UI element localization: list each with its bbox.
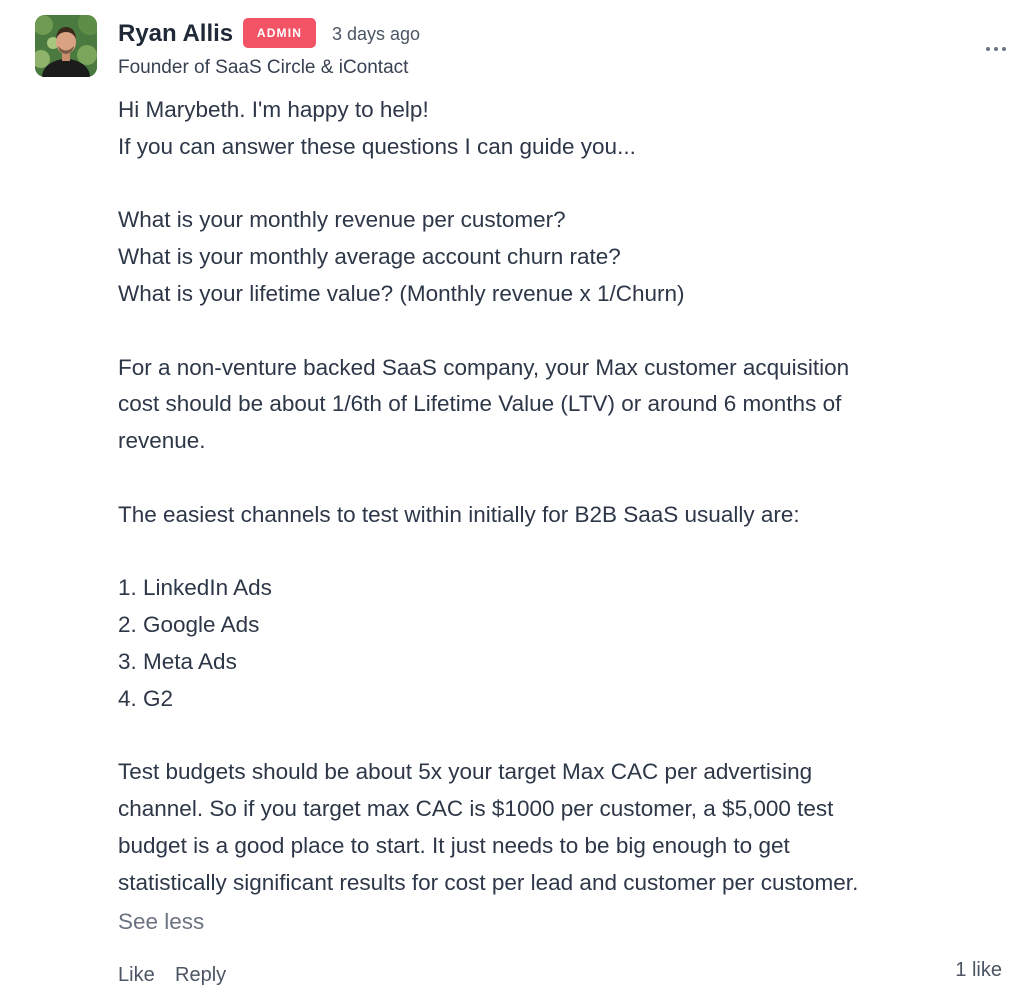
body-line: The easiest channels to test within init…	[118, 501, 800, 527]
body-line: channel. So if you target max CAC is $10…	[118, 796, 834, 822]
body-line: cost should be about 1/6th of Lifetime V…	[118, 391, 842, 417]
more-horizontal-icon-dot	[994, 47, 998, 51]
author-headline: Founder of SaaS Circle & iContact	[118, 57, 409, 78]
like-button[interactable]: Like	[118, 960, 155, 990]
body-line: budget is a good place to start. It just…	[118, 832, 790, 858]
reply-button[interactable]: Reply	[175, 960, 226, 990]
body-line: If you can answer these questions I can …	[118, 133, 636, 159]
avatar-photo	[35, 15, 97, 77]
list-item: 1. LinkedIn Ads	[118, 575, 272, 601]
list-item: 2. Google Ads	[118, 612, 260, 638]
more-horizontal-icon-dot	[1002, 47, 1006, 51]
list-item: 3. Meta Ads	[118, 648, 237, 674]
more-options-button[interactable]	[980, 36, 1012, 62]
body-line: statistically significant results for co…	[118, 869, 859, 895]
body-line: What is your lifetime value? (Monthly re…	[118, 280, 685, 306]
body-line: What is your monthly revenue per custome…	[118, 207, 566, 233]
more-horizontal-icon	[986, 47, 990, 51]
like-count[interactable]: 1 like	[955, 955, 1002, 985]
admin-badge: ADMIN	[243, 18, 316, 48]
post-timestamp[interactable]: 3 days ago	[332, 21, 420, 47]
author-name[interactable]: Ryan Allis	[118, 18, 233, 50]
body-line: What is your monthly average account chu…	[118, 244, 621, 270]
body-line: Test budgets should be about 5x your tar…	[118, 759, 813, 785]
avatar[interactable]	[35, 15, 97, 77]
body-line: For a non-venture backed SaaS company, y…	[118, 354, 850, 380]
body-line: Hi Marybeth. I'm happy to help!	[118, 97, 429, 122]
see-less-link[interactable]: See less	[118, 904, 204, 940]
post-body: Hi Marybeth. I'm happy to help! If you c…	[118, 92, 998, 902]
body-line: revenue.	[118, 428, 206, 454]
list-item: 4. G2	[118, 685, 174, 711]
